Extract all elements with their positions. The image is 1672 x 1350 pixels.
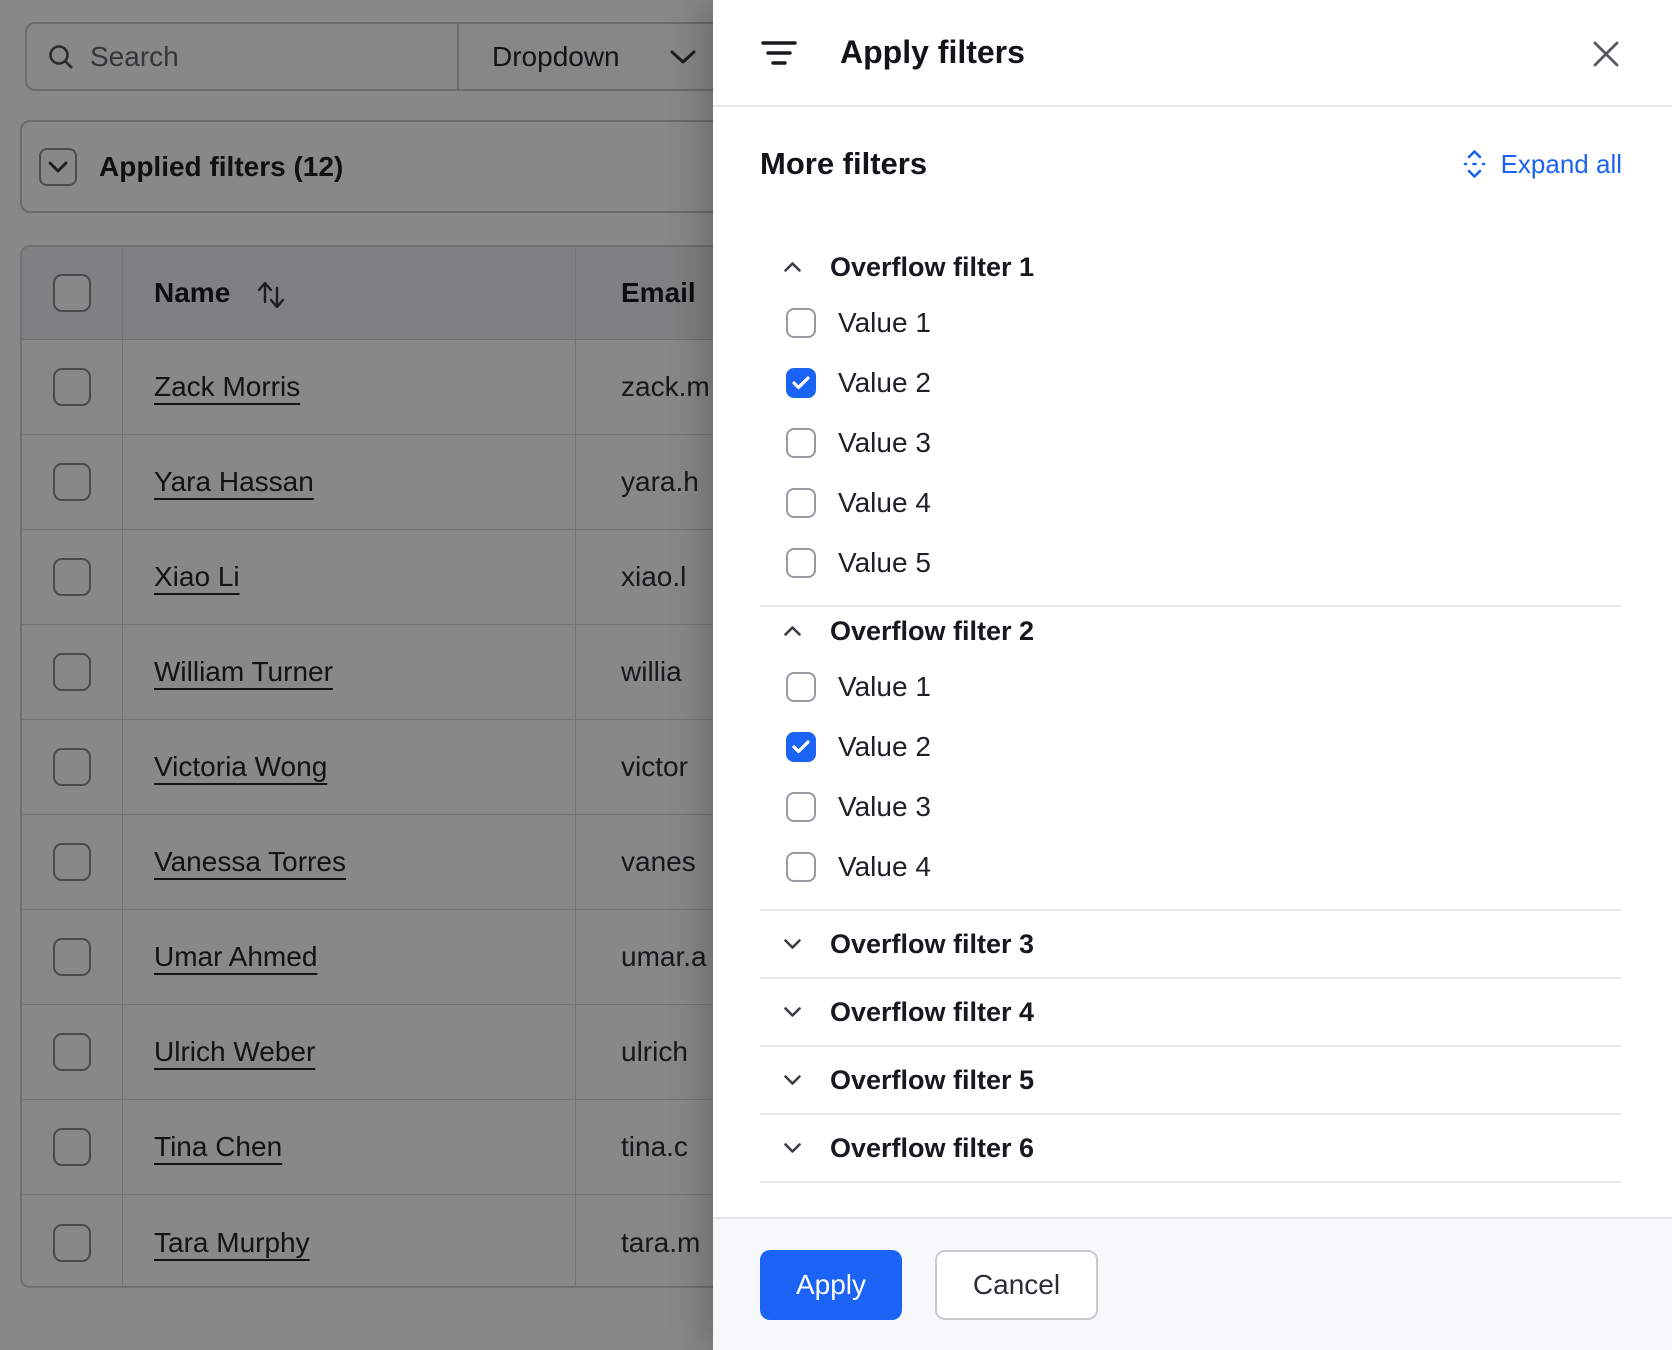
option-label: Value 2: [838, 731, 931, 763]
filter-section-toggle[interactable]: Overflow filter 1: [760, 243, 1622, 291]
filter-sections: Overflow filter 1 Value 1 Value 2: [760, 243, 1622, 1183]
checkbox-unchecked[interactable]: [786, 672, 816, 702]
checkbox-unchecked[interactable]: [786, 488, 816, 518]
filter-section-label: Overflow filter 2: [830, 616, 1034, 647]
more-filters-header: More filters Expand all: [760, 143, 1622, 185]
filter-section-label: Overflow filter 1: [830, 252, 1034, 283]
filter-section: Overflow filter 2 Value 1 Value 2: [760, 607, 1622, 911]
checkbox-unchecked[interactable]: [786, 308, 816, 338]
filter-section: Overflow filter 6: [760, 1115, 1622, 1183]
checkbox-unchecked[interactable]: [786, 548, 816, 578]
expand-all-button[interactable]: Expand all: [1461, 149, 1622, 180]
filter-section: Overflow filter 1 Value 1 Value 2: [760, 243, 1622, 607]
checkbox-unchecked[interactable]: [786, 792, 816, 822]
more-filters-title: More filters: [760, 146, 927, 182]
checkbox-unchecked[interactable]: [786, 852, 816, 882]
chevron-down-icon: [783, 1006, 802, 1018]
close-icon: [1590, 38, 1622, 70]
filter-section: Overflow filter 3: [760, 911, 1622, 979]
filter-option[interactable]: Value 1: [786, 293, 1622, 353]
expand-all-label: Expand all: [1501, 149, 1622, 180]
chevron-up-icon: [783, 261, 802, 273]
filter-section: Overflow filter 4: [760, 979, 1622, 1047]
filter-section-label: Overflow filter 6: [830, 1133, 1034, 1164]
filter-option[interactable]: Value 4: [786, 837, 1622, 897]
chevron-up-icon: [783, 625, 802, 637]
filter-option[interactable]: Value 5: [786, 533, 1622, 593]
apply-filters-panel: Apply filters More filters Expand all: [713, 0, 1672, 1350]
chevron-down-icon: [783, 1142, 802, 1154]
filter-option[interactable]: Value 2: [786, 717, 1622, 777]
option-label: Value 1: [838, 671, 931, 703]
filter-option[interactable]: Value 3: [786, 777, 1622, 837]
checkbox-unchecked[interactable]: [786, 428, 816, 458]
option-label: Value 4: [838, 851, 931, 883]
filter-options: Value 1 Value 2 Value 3 Value 4: [760, 291, 1622, 605]
option-label: Value 4: [838, 487, 931, 519]
filter-options: Value 1 Value 2 Value 3 Value 4: [760, 655, 1622, 909]
chevron-down-icon: [783, 1074, 802, 1086]
apply-button[interactable]: Apply: [760, 1250, 902, 1320]
filter-section-toggle[interactable]: Overflow filter 4: [760, 979, 1622, 1045]
check-icon: [792, 376, 810, 390]
filter-icon: [760, 38, 798, 68]
filter-section-label: Overflow filter 3: [830, 929, 1034, 960]
checkbox-checked[interactable]: [786, 368, 816, 398]
filter-section-toggle[interactable]: Overflow filter 2: [760, 607, 1622, 655]
filter-option[interactable]: Value 3: [786, 413, 1622, 473]
panel-footer: Apply Cancel: [713, 1217, 1672, 1350]
option-label: Value 1: [838, 307, 931, 339]
filter-section-label: Overflow filter 4: [830, 997, 1034, 1028]
modal-scrim[interactable]: [0, 0, 713, 1350]
cancel-button[interactable]: Cancel: [935, 1250, 1098, 1320]
filter-section-label: Overflow filter 5: [830, 1065, 1034, 1096]
option-label: Value 5: [838, 547, 931, 579]
panel-header: Apply filters: [713, 0, 1672, 107]
chevron-down-icon: [783, 938, 802, 950]
panel-title: Apply filters: [840, 34, 1025, 71]
filter-option[interactable]: Value 4: [786, 473, 1622, 533]
filter-section: Overflow filter 5: [760, 1047, 1622, 1115]
panel-body: More filters Expand all Overflow filter …: [713, 107, 1672, 1217]
option-label: Value 3: [838, 791, 931, 823]
filter-section-toggle[interactable]: Overflow filter 3: [760, 911, 1622, 977]
option-label: Value 3: [838, 427, 931, 459]
option-label: Value 2: [838, 367, 931, 399]
checkbox-checked[interactable]: [786, 732, 816, 762]
check-icon: [792, 740, 810, 754]
filter-option[interactable]: Value 1: [786, 657, 1622, 717]
filter-option[interactable]: Value 2: [786, 353, 1622, 413]
close-button[interactable]: [1582, 30, 1630, 78]
filter-section-toggle[interactable]: Overflow filter 5: [760, 1047, 1622, 1113]
filter-section-toggle[interactable]: Overflow filter 6: [760, 1115, 1622, 1181]
unfold-icon: [1461, 149, 1488, 179]
